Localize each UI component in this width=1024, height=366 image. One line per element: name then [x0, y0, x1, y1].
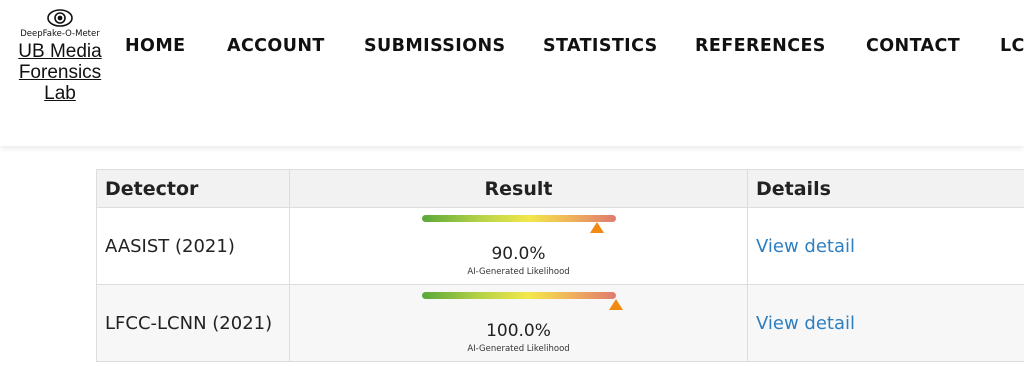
likelihood-marker	[589, 222, 604, 233]
site-header: DeepFake-O-Meter UB Media Forensics Lab …	[0, 0, 1024, 146]
nav-login[interactable]: LC	[1000, 36, 1024, 56]
view-detail-link[interactable]: View detail	[756, 313, 855, 334]
nav-references[interactable]: REFERENCES	[695, 36, 826, 56]
detector-cell: AASIST (2021)	[96, 207, 290, 285]
likelihood-gauge	[422, 292, 616, 299]
header-detector: Detector	[96, 169, 290, 208]
likelihood-label: AI-Generated Likelihood	[467, 267, 570, 277]
header-details: Details	[747, 169, 1024, 208]
result-cell: 100.0% AI-Generated Likelihood	[289, 284, 748, 362]
results-section: Detector Result Details AASIST (2021) 90…	[96, 169, 1024, 362]
detector-name: LFCC-LCNN (2021)	[105, 312, 273, 334]
nav-statistics[interactable]: STATISTICS	[543, 36, 658, 56]
table-row: AASIST (2021) 90.0% AI-Generated Likelih…	[96, 207, 1024, 285]
table-header-row: Detector Result Details	[96, 169, 1024, 208]
result-cell: 90.0% AI-Generated Likelihood	[289, 207, 748, 285]
detector-cell: LFCC-LCNN (2021)	[96, 284, 290, 362]
likelihood-gauge	[422, 215, 616, 222]
likelihood-percent: 90.0%	[491, 244, 546, 264]
view-detail-link[interactable]: View detail	[756, 236, 855, 257]
logo-text: DeepFake-O-Meter	[20, 29, 100, 39]
likelihood-marker	[609, 299, 623, 310]
detector-name: AASIST (2021)	[105, 235, 235, 257]
lab-link[interactable]: UB Media Forensics Lab	[8, 41, 112, 104]
table-row: LFCC-LCNN (2021) 100.0% AI-Generated Lik…	[96, 284, 1024, 362]
results-table: Detector Result Details AASIST (2021) 90…	[96, 169, 1024, 362]
header-result: Result	[289, 169, 748, 208]
details-cell: View detail	[747, 207, 1024, 285]
likelihood-label: AI-Generated Likelihood	[467, 344, 570, 354]
nav-submissions[interactable]: SUBMISSIONS	[364, 36, 506, 56]
logo[interactable]: DeepFake-O-Meter UB Media Forensics Lab	[8, 8, 112, 104]
nav-home[interactable]: HOME	[125, 36, 186, 56]
likelihood-percent: 100.0%	[486, 321, 551, 341]
nav-contact[interactable]: CONTACT	[866, 36, 960, 56]
details-cell: View detail	[747, 284, 1024, 362]
eye-icon	[47, 9, 73, 27]
nav-account[interactable]: ACCOUNT	[227, 36, 325, 56]
